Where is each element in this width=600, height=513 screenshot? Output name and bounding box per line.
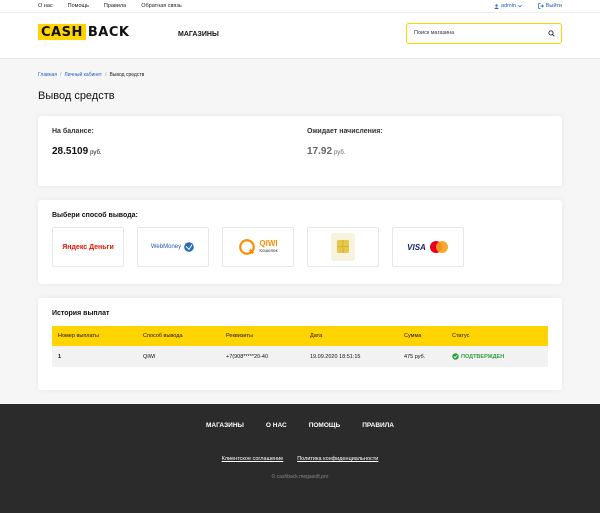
col-amount: Сумма bbox=[404, 333, 422, 339]
nav-stores-link[interactable]: МАГАЗИНЫ bbox=[178, 31, 219, 38]
logo-cash: CASH bbox=[38, 24, 86, 40]
method-webmoney[interactable]: WebMoney bbox=[137, 227, 209, 267]
user-icon bbox=[494, 3, 499, 9]
footer-nav-stores[interactable]: МАГАЗИНЫ bbox=[206, 422, 244, 429]
site-logo[interactable]: CASH BACK bbox=[38, 24, 129, 40]
breadcrumb-home[interactable]: Главная bbox=[38, 72, 57, 78]
qiwi-logo-icon bbox=[239, 239, 256, 255]
footer-links: Клиентское соглашение Политика конфиденц… bbox=[0, 456, 600, 462]
breadcrumb-separator: / bbox=[105, 72, 107, 78]
col-date: Дата bbox=[310, 333, 323, 339]
col-number: Номер выплаты bbox=[58, 333, 99, 339]
balance-value: 28.5109 bbox=[52, 146, 89, 157]
balance-card: На балансе: 28.5109 руб. Ожидает начислен… bbox=[38, 116, 562, 186]
yandex-money-label: Яндекс Деньги bbox=[62, 243, 114, 251]
pending-value-wrap: 17.92 руб. bbox=[307, 146, 345, 157]
pending-unit: руб. bbox=[334, 150, 346, 156]
withdraw-methods-card: Выбери способ вывода: Яндекс Деньги WebM… bbox=[38, 200, 562, 284]
logout-label: Выйти bbox=[545, 3, 562, 9]
status-badge: ПОДТВЕРЖДЕН bbox=[452, 353, 504, 360]
top-link-feedback[interactable]: Обратная связь bbox=[141, 3, 182, 9]
cell-date: 19.09.2020 18:51:15 bbox=[310, 353, 361, 360]
search-icon[interactable] bbox=[548, 30, 555, 37]
method-qiwi[interactable]: QIWI Кошелек bbox=[222, 227, 294, 267]
method-mobile[interactable] bbox=[307, 227, 379, 267]
logo-back: BACK bbox=[87, 24, 130, 40]
cell-method: QIWI bbox=[143, 353, 156, 360]
col-status: Статус bbox=[452, 333, 470, 339]
check-circle-icon bbox=[452, 353, 459, 360]
yandex-money-logo: Яндекс Деньги bbox=[62, 244, 114, 251]
cell-number: 1 bbox=[58, 353, 62, 360]
footer-nav-about[interactable]: О НАС bbox=[266, 422, 287, 429]
footer-link-privacy[interactable]: Политика конфиденциальности bbox=[297, 456, 378, 462]
search-input[interactable] bbox=[414, 30, 544, 36]
footer-nav-rules[interactable]: ПРАВИЛА bbox=[362, 422, 394, 429]
mastercard-icon bbox=[429, 241, 448, 253]
balance-unit: руб. bbox=[90, 150, 102, 156]
footer-link-agreement[interactable]: Клиентское соглашение bbox=[222, 456, 284, 462]
footer: МАГАЗИНЫ О НАС ПОМОЩЬ ПРАВИЛА Клиентское… bbox=[0, 404, 600, 513]
pending-value: 17.92 bbox=[307, 146, 333, 157]
search-box bbox=[406, 23, 562, 44]
logout-icon bbox=[537, 3, 544, 9]
cell-amount: 475 руб. bbox=[404, 353, 426, 360]
visa-label: VISA bbox=[407, 242, 426, 252]
page-title: Вывод средств bbox=[38, 90, 115, 102]
col-method: Способ вывода bbox=[143, 333, 183, 339]
breadcrumb-separator: / bbox=[60, 72, 62, 78]
footer-copyright: © cashback.megasoft.pro bbox=[271, 474, 329, 480]
user-menu[interactable]: admin bbox=[494, 3, 522, 9]
methods-title: Выбери способ вывода: bbox=[52, 212, 138, 219]
method-yandex-money[interactable]: Яндекс Деньги bbox=[52, 227, 124, 267]
balance-label: На балансе: bbox=[52, 128, 94, 135]
payout-table: Номер выплаты Способ вывода Реквизиты Да… bbox=[52, 326, 548, 367]
breadcrumb: Главная / Личный кабинет / Вывод средств bbox=[38, 72, 144, 78]
qiwi-sublabel: Кошелек bbox=[259, 247, 278, 253]
logout-link[interactable]: Выйти bbox=[537, 3, 562, 9]
breadcrumb-cabinet[interactable]: Личный кабинет bbox=[64, 72, 102, 78]
payout-history-card: История выплат Номер выплаты Способ выво… bbox=[38, 298, 562, 390]
history-title: История выплат bbox=[52, 310, 110, 317]
col-details: Реквизиты bbox=[226, 333, 253, 339]
chevron-down-icon bbox=[518, 4, 522, 8]
user-name: admin bbox=[501, 3, 516, 9]
webmoney-label: WebMoney bbox=[150, 244, 182, 250]
table-header: Номер выплаты Способ вывода Реквизиты Да… bbox=[52, 326, 548, 346]
header: CASH BACK МАГАЗИНЫ bbox=[0, 13, 600, 59]
cell-details: +7(908*****20-40 bbox=[226, 353, 269, 360]
top-link-rules[interactable]: Правила bbox=[104, 3, 126, 9]
top-links: О нас Помощь Правила Обратная связь bbox=[38, 3, 182, 9]
top-bar: О нас Помощь Правила Обратная связь admi… bbox=[0, 0, 600, 13]
balance-value-wrap: 28.5109 руб. bbox=[52, 146, 102, 157]
sim-card-icon bbox=[331, 233, 355, 261]
top-link-help[interactable]: Помощь bbox=[68, 3, 89, 9]
qiwi-text: QIWI Кошелек bbox=[259, 239, 278, 254]
status-text: ПОДТВЕРЖДЕН bbox=[461, 353, 505, 360]
footer-nav: МАГАЗИНЫ О НАС ПОМОЩЬ ПРАВИЛА bbox=[0, 422, 600, 429]
table-row: 1 QIWI +7(908*****20-40 19.09.2020 18:51… bbox=[52, 346, 548, 367]
breadcrumb-current: Вывод средств bbox=[109, 72, 145, 78]
method-bank-card[interactable]: VISA bbox=[392, 227, 464, 267]
webmoney-globe-icon bbox=[184, 242, 194, 252]
top-link-about[interactable]: О нас bbox=[38, 3, 53, 9]
footer-nav-help[interactable]: ПОМОЩЬ bbox=[309, 422, 341, 429]
pending-label: Ожидает начисления: bbox=[307, 128, 383, 135]
